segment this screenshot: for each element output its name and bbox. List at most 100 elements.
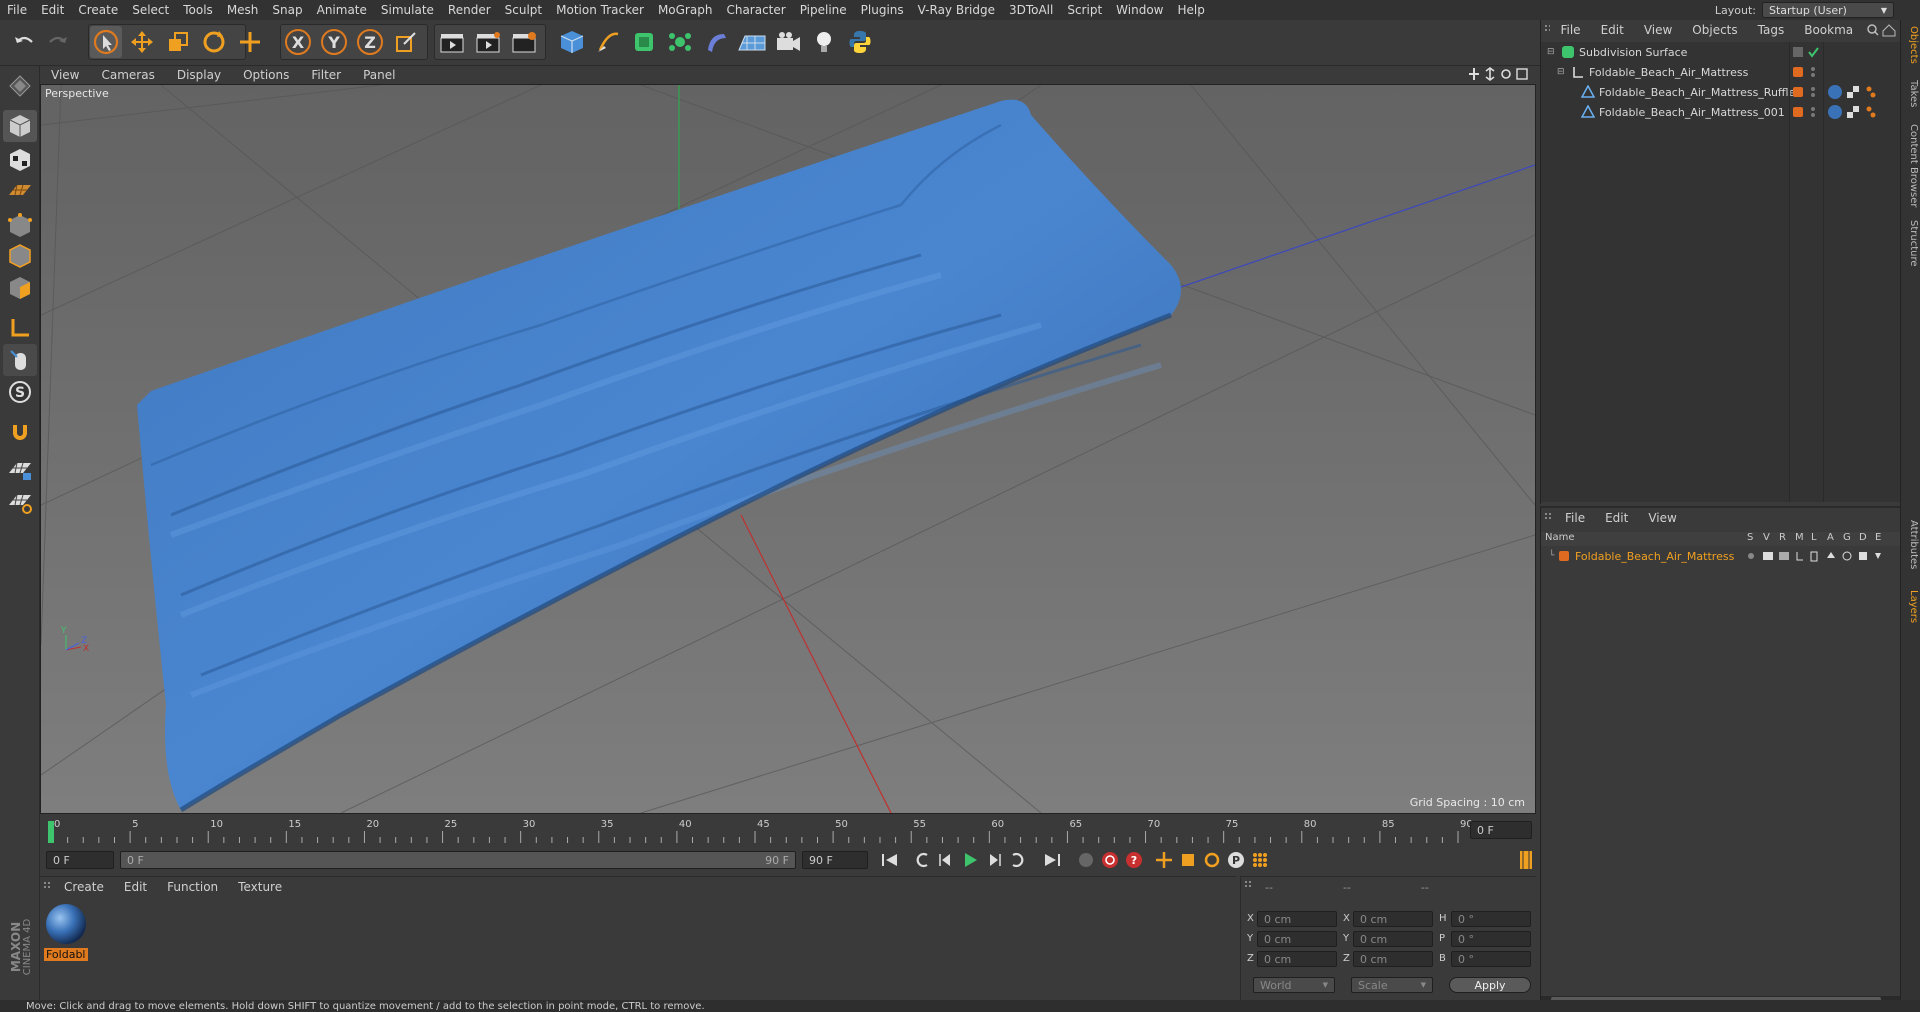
playhead-marker[interactable]	[48, 821, 54, 843]
collapse-icon[interactable]: ⊟	[1557, 67, 1567, 77]
side-tab-objects[interactable]: Objects	[1903, 26, 1919, 64]
size-z-field[interactable]: 0 cm	[1353, 951, 1433, 967]
column-generators[interactable]: G	[1843, 532, 1851, 543]
scale-tool-button[interactable]	[162, 26, 194, 58]
objects-menu-view[interactable]: View	[1634, 23, 1682, 37]
render-picture-viewer-button[interactable]	[472, 26, 504, 58]
menu-sculpt[interactable]: Sculpt	[498, 3, 549, 17]
size-y-field[interactable]: 0 cm	[1353, 931, 1433, 947]
grid-snap-button[interactable]	[3, 454, 37, 486]
panel-grip-icon[interactable]	[1545, 513, 1555, 523]
material-menu-create[interactable]: Create	[54, 880, 114, 894]
viewport-menu-display[interactable]: Display	[166, 68, 232, 82]
deformer-button[interactable]	[700, 26, 732, 58]
column-animation[interactable]: A	[1827, 532, 1834, 543]
side-tab-takes[interactable]: Takes	[1903, 80, 1919, 107]
menu-render[interactable]: Render	[441, 3, 498, 17]
object-row-mattress-001[interactable]: Foldable_Beach_Air_Mattress_001	[1541, 102, 1901, 122]
record-button[interactable]	[1098, 849, 1122, 871]
polygons-mode-button[interactable]	[3, 272, 37, 304]
redo-button[interactable]	[42, 26, 74, 58]
go-to-end-button[interactable]	[1040, 849, 1064, 871]
end-frame-field[interactable]: 90 F	[802, 851, 868, 869]
layers-menu-view[interactable]: View	[1638, 511, 1686, 525]
visibility-check-icon[interactable]	[1793, 46, 1823, 58]
object-row-mattress-ruffles[interactable]: Foldable_Beach_Air_Mattress_Ruffles	[1541, 82, 1901, 102]
magnet-button[interactable]	[3, 416, 37, 448]
objects-menu-file[interactable]: File	[1550, 23, 1590, 37]
column-manager[interactable]: M	[1795, 532, 1804, 543]
subdivision-surface-button[interactable]	[628, 26, 660, 58]
visibility-dots-icon[interactable]	[1809, 66, 1817, 78]
menu-mesh[interactable]: Mesh	[220, 3, 266, 17]
collapse-icon[interactable]: ⊟	[1547, 47, 1557, 57]
current-frame-field[interactable]: 0 F	[1470, 821, 1532, 839]
objects-menu-objects[interactable]: Objects	[1682, 23, 1747, 37]
timeline-settings-button[interactable]	[1514, 849, 1538, 871]
rotation-p-field[interactable]: 0 °	[1451, 931, 1531, 947]
prev-frame-button[interactable]	[934, 849, 958, 871]
position-x-field[interactable]: 0 cm	[1257, 911, 1337, 927]
key-scale-button[interactable]	[1176, 849, 1200, 871]
next-frame-button[interactable]	[982, 849, 1006, 871]
position-z-field[interactable]: 0 cm	[1257, 951, 1337, 967]
side-tab-layers[interactable]: Layers	[1903, 590, 1919, 623]
material-tags-icon[interactable]	[1827, 104, 1887, 120]
objects-menu-tags[interactable]: Tags	[1748, 23, 1795, 37]
column-render[interactable]: R	[1779, 532, 1786, 543]
position-y-field[interactable]: 0 cm	[1257, 931, 1337, 947]
dolly-view-icon[interactable]	[1484, 67, 1496, 81]
object-row-subdivision-surface[interactable]: ⊟ Subdivision Surface	[1541, 42, 1901, 62]
menu-script[interactable]: Script	[1060, 3, 1109, 17]
column-view[interactable]: V	[1763, 532, 1770, 543]
viewport-menu-view[interactable]: View	[40, 68, 90, 82]
viewport-menu-filter[interactable]: Filter	[300, 68, 352, 82]
snap-button[interactable]: S	[3, 376, 37, 408]
texture-mode-button[interactable]	[3, 144, 37, 176]
axis-mode-button[interactable]	[3, 312, 37, 344]
layers-menu-edit[interactable]: Edit	[1595, 511, 1638, 525]
visibility-dots-icon[interactable]	[1809, 106, 1817, 118]
key-position-button[interactable]	[1152, 849, 1176, 871]
layer-color-swatch[interactable]	[1559, 551, 1569, 561]
menu-select[interactable]: Select	[125, 3, 176, 17]
menu-character[interactable]: Character	[719, 3, 792, 17]
cloner-button[interactable]	[664, 26, 696, 58]
side-tab-content-browser[interactable]: Content Browser	[1903, 124, 1919, 207]
render-view-button[interactable]	[436, 26, 468, 58]
rotate-tool-button[interactable]	[198, 26, 230, 58]
visibility-dots-icon[interactable]	[1809, 86, 1817, 98]
model-mode-button[interactable]	[3, 110, 37, 142]
z-axis-lock-button[interactable]: Z	[354, 26, 386, 58]
python-script-button[interactable]	[844, 26, 876, 58]
size-mode-dropdown[interactable]: Scale ▼	[1351, 977, 1433, 993]
light-button[interactable]	[808, 26, 840, 58]
keyframe-selection-button[interactable]	[1074, 849, 1098, 871]
side-tab-structure[interactable]: Structure	[1903, 220, 1919, 267]
cube-primitive-button[interactable]	[556, 26, 588, 58]
material-swatch[interactable]: Foldabl	[44, 903, 88, 963]
material-tags-icon[interactable]	[1827, 84, 1887, 100]
menu-window[interactable]: Window	[1109, 3, 1170, 17]
viewport-menu-panel[interactable]: Panel	[352, 68, 406, 82]
floor-button[interactable]	[736, 26, 768, 58]
menu-motion-tracker[interactable]: Motion Tracker	[549, 3, 651, 17]
material-menu-function[interactable]: Function	[157, 880, 228, 894]
start-frame-field[interactable]: 0 F	[46, 851, 114, 869]
menu-edit[interactable]: Edit	[34, 3, 71, 17]
pen-spline-button[interactable]	[592, 26, 624, 58]
menu-help[interactable]: Help	[1170, 3, 1211, 17]
menu-create[interactable]: Create	[71, 3, 125, 17]
material-menu-edit[interactable]: Edit	[114, 880, 157, 894]
coordinate-system-button[interactable]	[390, 26, 422, 58]
menu-simulate[interactable]: Simulate	[374, 3, 441, 17]
menu-snap[interactable]: Snap	[265, 3, 309, 17]
material-menu-texture[interactable]: Texture	[228, 880, 292, 894]
tweak-mode-button[interactable]	[3, 344, 37, 376]
layer-color-swatch[interactable]	[1793, 87, 1803, 97]
prev-key-button[interactable]	[910, 849, 934, 871]
menu-tools[interactable]: Tools	[176, 3, 220, 17]
layer-color-swatch[interactable]	[1793, 107, 1803, 117]
pan-view-icon[interactable]	[1468, 67, 1480, 81]
live-selection-button[interactable]	[234, 26, 266, 58]
